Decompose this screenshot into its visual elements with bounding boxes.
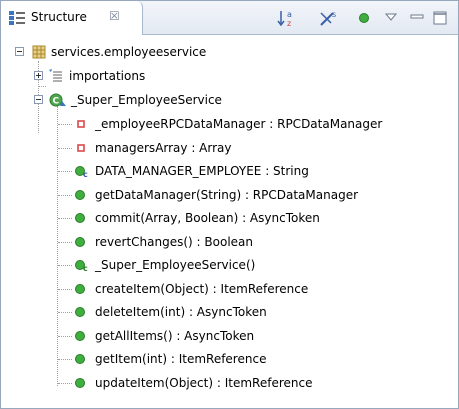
method-icon: [75, 237, 85, 247]
member-label: _employeeRPCDataManager : RPCDataManager: [95, 117, 383, 131]
imports-icon: [49, 69, 62, 82]
member-label: managersArray : Array: [95, 141, 232, 155]
tree-row-package[interactable]: services.employeeservice: [1, 42, 458, 62]
tree-row-member[interactable]: getAllItems() : AsyncToken: [1, 326, 458, 346]
tree-row-member[interactable]: updateItem(Object) : ItemReference: [1, 373, 458, 393]
tree-row-member[interactable]: commit(Array, Boolean) : AsyncToken: [1, 208, 458, 228]
sort-alphabetically-icon[interactable]: a z: [277, 9, 299, 27]
private-field-icon: [77, 144, 85, 152]
tree-row-member[interactable]: _employeeRPCDataManager : RPCDataManager: [1, 114, 458, 134]
tree-connector: [38, 86, 46, 87]
collapse-toggle[interactable]: [15, 47, 24, 56]
member-label: commit(Array, Boolean) : AsyncToken: [95, 211, 320, 225]
view-tab-bar: Structure ☒ a z s: [1, 1, 458, 35]
tree-connector: [58, 312, 72, 313]
importations-label: importations: [69, 69, 146, 83]
member-label: deleteItem(int) : AsyncToken: [95, 305, 267, 319]
maximize-icon[interactable]: [432, 9, 448, 27]
svg-text:a: a: [287, 10, 292, 19]
member-label: _Super_EmployeeService(): [95, 258, 256, 272]
tree-row-member[interactable]: getItem(int) : ItemReference: [1, 349, 458, 369]
hide-static-members-icon[interactable]: s: [319, 9, 339, 27]
tree-connector: [58, 383, 72, 384]
member-label: DATA_MANAGER_EMPLOYEE : String: [95, 164, 309, 178]
member-label: createItem(Object) : ItemReference: [95, 282, 309, 296]
package-icon: [32, 45, 46, 59]
tree-connector: [58, 124, 72, 125]
tree-row-member[interactable]: revertChanges() : Boolean: [1, 232, 458, 252]
svg-text:s: s: [332, 10, 336, 19]
svg-text:z: z: [287, 19, 291, 27]
tree-connector: [58, 359, 72, 360]
show-public-only-icon[interactable]: [357, 9, 371, 27]
tree-connector: [58, 265, 72, 266]
method-icon: [75, 213, 85, 223]
minimize-icon[interactable]: [410, 9, 424, 27]
constructor-icon: c: [75, 260, 88, 272]
tree-row-member[interactable]: deleteItem(int) : AsyncToken: [1, 302, 458, 322]
method-icon: [75, 190, 85, 200]
tree-row-class[interactable]: C _Super_EmployeeService: [1, 90, 458, 110]
svg-text:C: C: [53, 97, 60, 107]
constant-icon: c: [75, 166, 88, 178]
collapse-toggle[interactable]: [34, 95, 43, 104]
tree-row-member[interactable]: c _Super_EmployeeService(): [1, 255, 458, 275]
class-icon: C: [49, 93, 66, 107]
package-label: services.employeeservice: [51, 45, 207, 59]
tree-row-member[interactable]: getDataManager(String) : RPCDataManager: [1, 185, 458, 205]
tree-connector: [58, 336, 72, 337]
member-label: getAllItems() : AsyncToken: [95, 329, 255, 343]
tree-row-member[interactable]: c DATA_MANAGER_EMPLOYEE : String: [1, 161, 458, 181]
structure-icon: [9, 11, 25, 25]
expand-toggle[interactable]: [34, 71, 43, 80]
svg-text:c: c: [83, 264, 88, 272]
private-field-icon: [77, 120, 85, 128]
class-label: _Super_EmployeeService: [71, 93, 222, 107]
tree-connector: [58, 289, 72, 290]
tree-connector: [58, 218, 72, 219]
member-label: updateItem(Object) : ItemReference: [95, 376, 313, 390]
method-icon: [75, 354, 85, 364]
method-icon: [75, 307, 85, 317]
member-label: getDataManager(String) : RPCDataManager: [95, 188, 359, 202]
structure-view: Structure ☒ a z s services.employeeservi…: [0, 0, 459, 409]
outline-tree: services.employeeservice importations C …: [1, 36, 458, 408]
view-menu-icon[interactable]: [384, 9, 398, 27]
tree-row-importations[interactable]: importations: [1, 66, 458, 86]
svg-text:c: c: [83, 170, 88, 178]
member-label: revertChanges() : Boolean: [95, 235, 253, 249]
tab-label: Structure: [31, 10, 87, 24]
tree-connector: [58, 195, 72, 196]
tree-connector: [58, 242, 72, 243]
member-label: getItem(int) : ItemReference: [95, 352, 267, 366]
tree-connector: [58, 171, 72, 172]
method-icon: [75, 284, 85, 294]
tree-row-member[interactable]: createItem(Object) : ItemReference: [1, 279, 458, 299]
tab-structure[interactable]: Structure ☒: [1, 1, 143, 35]
method-icon: [75, 331, 85, 341]
method-icon: [75, 378, 85, 388]
tree-connector: [58, 148, 72, 149]
tree-row-member[interactable]: managersArray : Array: [1, 138, 458, 158]
close-tab-icon[interactable]: ☒: [109, 9, 120, 23]
